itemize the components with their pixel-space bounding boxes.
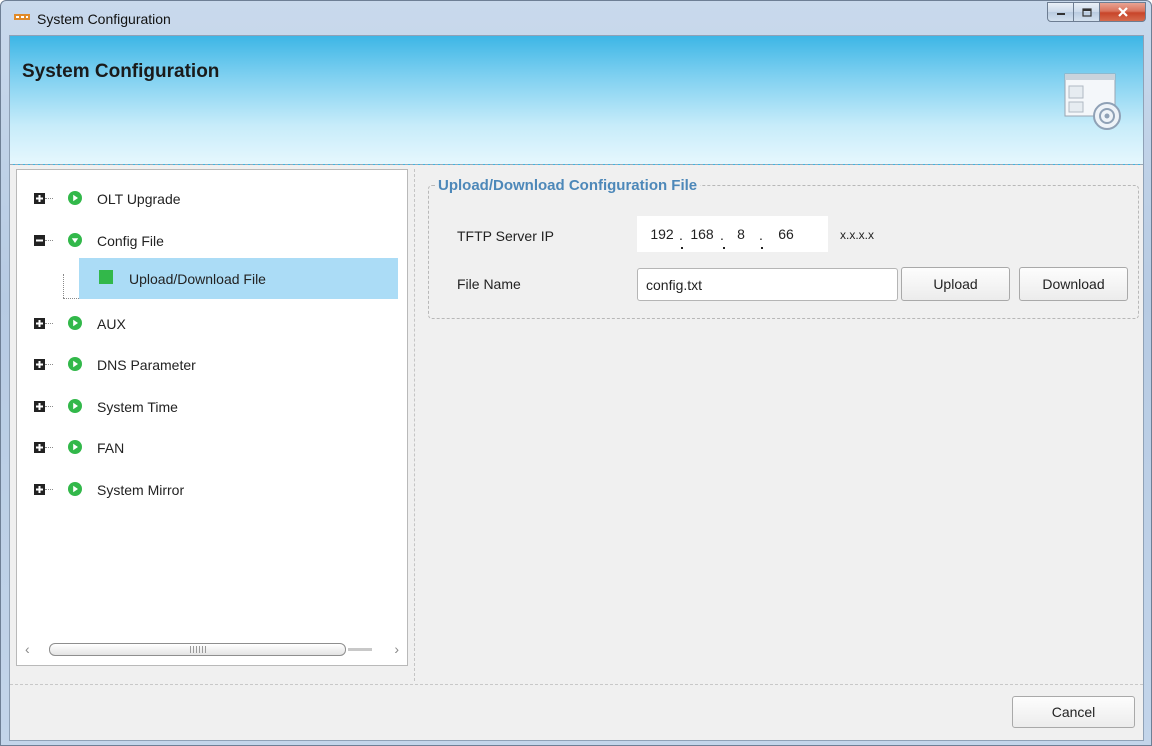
tree-item-label: AUX [97, 316, 126, 332]
close-button[interactable] [1100, 2, 1146, 22]
ip-separator: . [759, 227, 763, 243]
expand-plus-icon[interactable] [34, 359, 45, 370]
scroll-right-arrow-icon[interactable]: › [394, 641, 399, 657]
client-area: System Configuration OLT Upgrade Config … [9, 35, 1144, 741]
ip-octet-1[interactable]: 192 [647, 226, 677, 242]
cancel-button-label: Cancel [1051, 704, 1096, 720]
window-title: System Configuration [37, 11, 171, 27]
green-play-status-icon [68, 316, 82, 330]
panel-splitter[interactable] [414, 169, 416, 681]
app-logo-icon [14, 14, 30, 20]
tftp-server-ip-input[interactable]: 192 . 168 . 8 . 66 [637, 216, 828, 252]
tree-item-label: FAN [97, 440, 125, 456]
page-title: System Configuration [22, 61, 220, 82]
maximize-button[interactable] [1074, 2, 1100, 22]
close-icon [1117, 7, 1128, 17]
green-play-status-icon [68, 482, 82, 496]
tree-item-system-time[interactable]: System Time [17, 393, 407, 421]
minimize-button[interactable] [1047, 2, 1074, 22]
green-play-status-icon [68, 399, 82, 413]
expand-plus-icon[interactable] [34, 193, 45, 204]
tftp-server-ip-label: TFTP Server IP [457, 228, 554, 244]
tree-item-label: Upload/Download File [129, 271, 266, 287]
tree-item-label: DNS Parameter [97, 357, 196, 373]
tree-item-system-mirror[interactable]: System Mirror [17, 476, 407, 504]
ip-octet-3[interactable]: 8 [729, 226, 753, 242]
footer-divider [10, 684, 1143, 685]
ip-separator: . [720, 227, 724, 243]
ip-tick [723, 247, 725, 249]
green-expanded-status-icon [68, 233, 82, 247]
ip-format-hint: x.x.x.x [840, 228, 875, 242]
ip-separator: . [679, 227, 683, 243]
caption-buttons [1047, 2, 1146, 24]
green-play-status-icon [68, 440, 82, 454]
tree-item-label: Config File [97, 233, 164, 249]
expand-plus-icon[interactable] [34, 442, 45, 453]
green-play-status-icon [68, 357, 82, 371]
tree-connector-vertical [63, 274, 64, 298]
download-button[interactable]: Download [1019, 267, 1128, 301]
expand-plus-icon[interactable] [34, 484, 45, 495]
tree-item-fan[interactable]: FAN [17, 434, 407, 462]
green-square-icon [99, 270, 113, 284]
ip-tick [681, 247, 683, 249]
upload-button[interactable]: Upload [901, 267, 1010, 301]
tree-connector [45, 323, 53, 324]
file-name-label: File Name [457, 276, 521, 292]
maximize-icon [1081, 7, 1092, 17]
header-banner: System Configuration [10, 36, 1143, 165]
expand-plus-icon[interactable] [34, 401, 45, 412]
tree-connector [45, 198, 53, 199]
tree-connector [45, 489, 53, 490]
file-name-input[interactable]: config.txt [637, 268, 898, 301]
tree-item-label: System Mirror [97, 482, 185, 498]
green-play-status-icon [68, 191, 82, 205]
tree-item-upload-download-file[interactable]: Upload/Download File [79, 258, 398, 299]
tree-item-label: OLT Upgrade [97, 191, 181, 207]
tree-item-aux[interactable]: AUX [17, 310, 407, 338]
ip-octet-4[interactable]: 66 [771, 226, 801, 242]
expand-plus-icon[interactable] [34, 318, 45, 329]
cancel-button[interactable]: Cancel [1012, 696, 1135, 728]
tree-item-config-file[interactable]: Config File [17, 227, 407, 255]
tree-connector [45, 406, 53, 407]
config-tree: OLT Upgrade Config File Upload/Download … [16, 169, 408, 666]
scroll-left-arrow-icon[interactable]: ‹ [25, 641, 30, 657]
ip-tick [761, 247, 763, 249]
collapse-minus-icon[interactable] [34, 235, 45, 246]
grip-icon [190, 646, 206, 653]
ip-octet-2[interactable]: 168 [687, 226, 717, 242]
tree-horizontal-scrollbar[interactable]: ‹ › [23, 638, 401, 660]
scrollbar-thumb[interactable] [49, 643, 346, 656]
tree-item-olt-upgrade[interactable]: OLT Upgrade [17, 185, 407, 213]
settings-window-icon [1064, 73, 1121, 130]
tree-connector [45, 240, 53, 241]
title-bar[interactable]: System Configuration [1, 1, 1151, 35]
scrollbar-track[interactable] [348, 648, 372, 651]
tree-item-label: System Time [97, 399, 178, 415]
app-window: System Configuration System Configuratio… [0, 0, 1152, 746]
tree-item-dns-parameter[interactable]: DNS Parameter [17, 351, 407, 379]
minimize-icon [1056, 13, 1065, 15]
tree-connector [45, 364, 53, 365]
tree-connector-horizontal [63, 298, 79, 299]
tree-connector [45, 447, 53, 448]
group-title: Upload/Download Configuration File [435, 177, 701, 194]
